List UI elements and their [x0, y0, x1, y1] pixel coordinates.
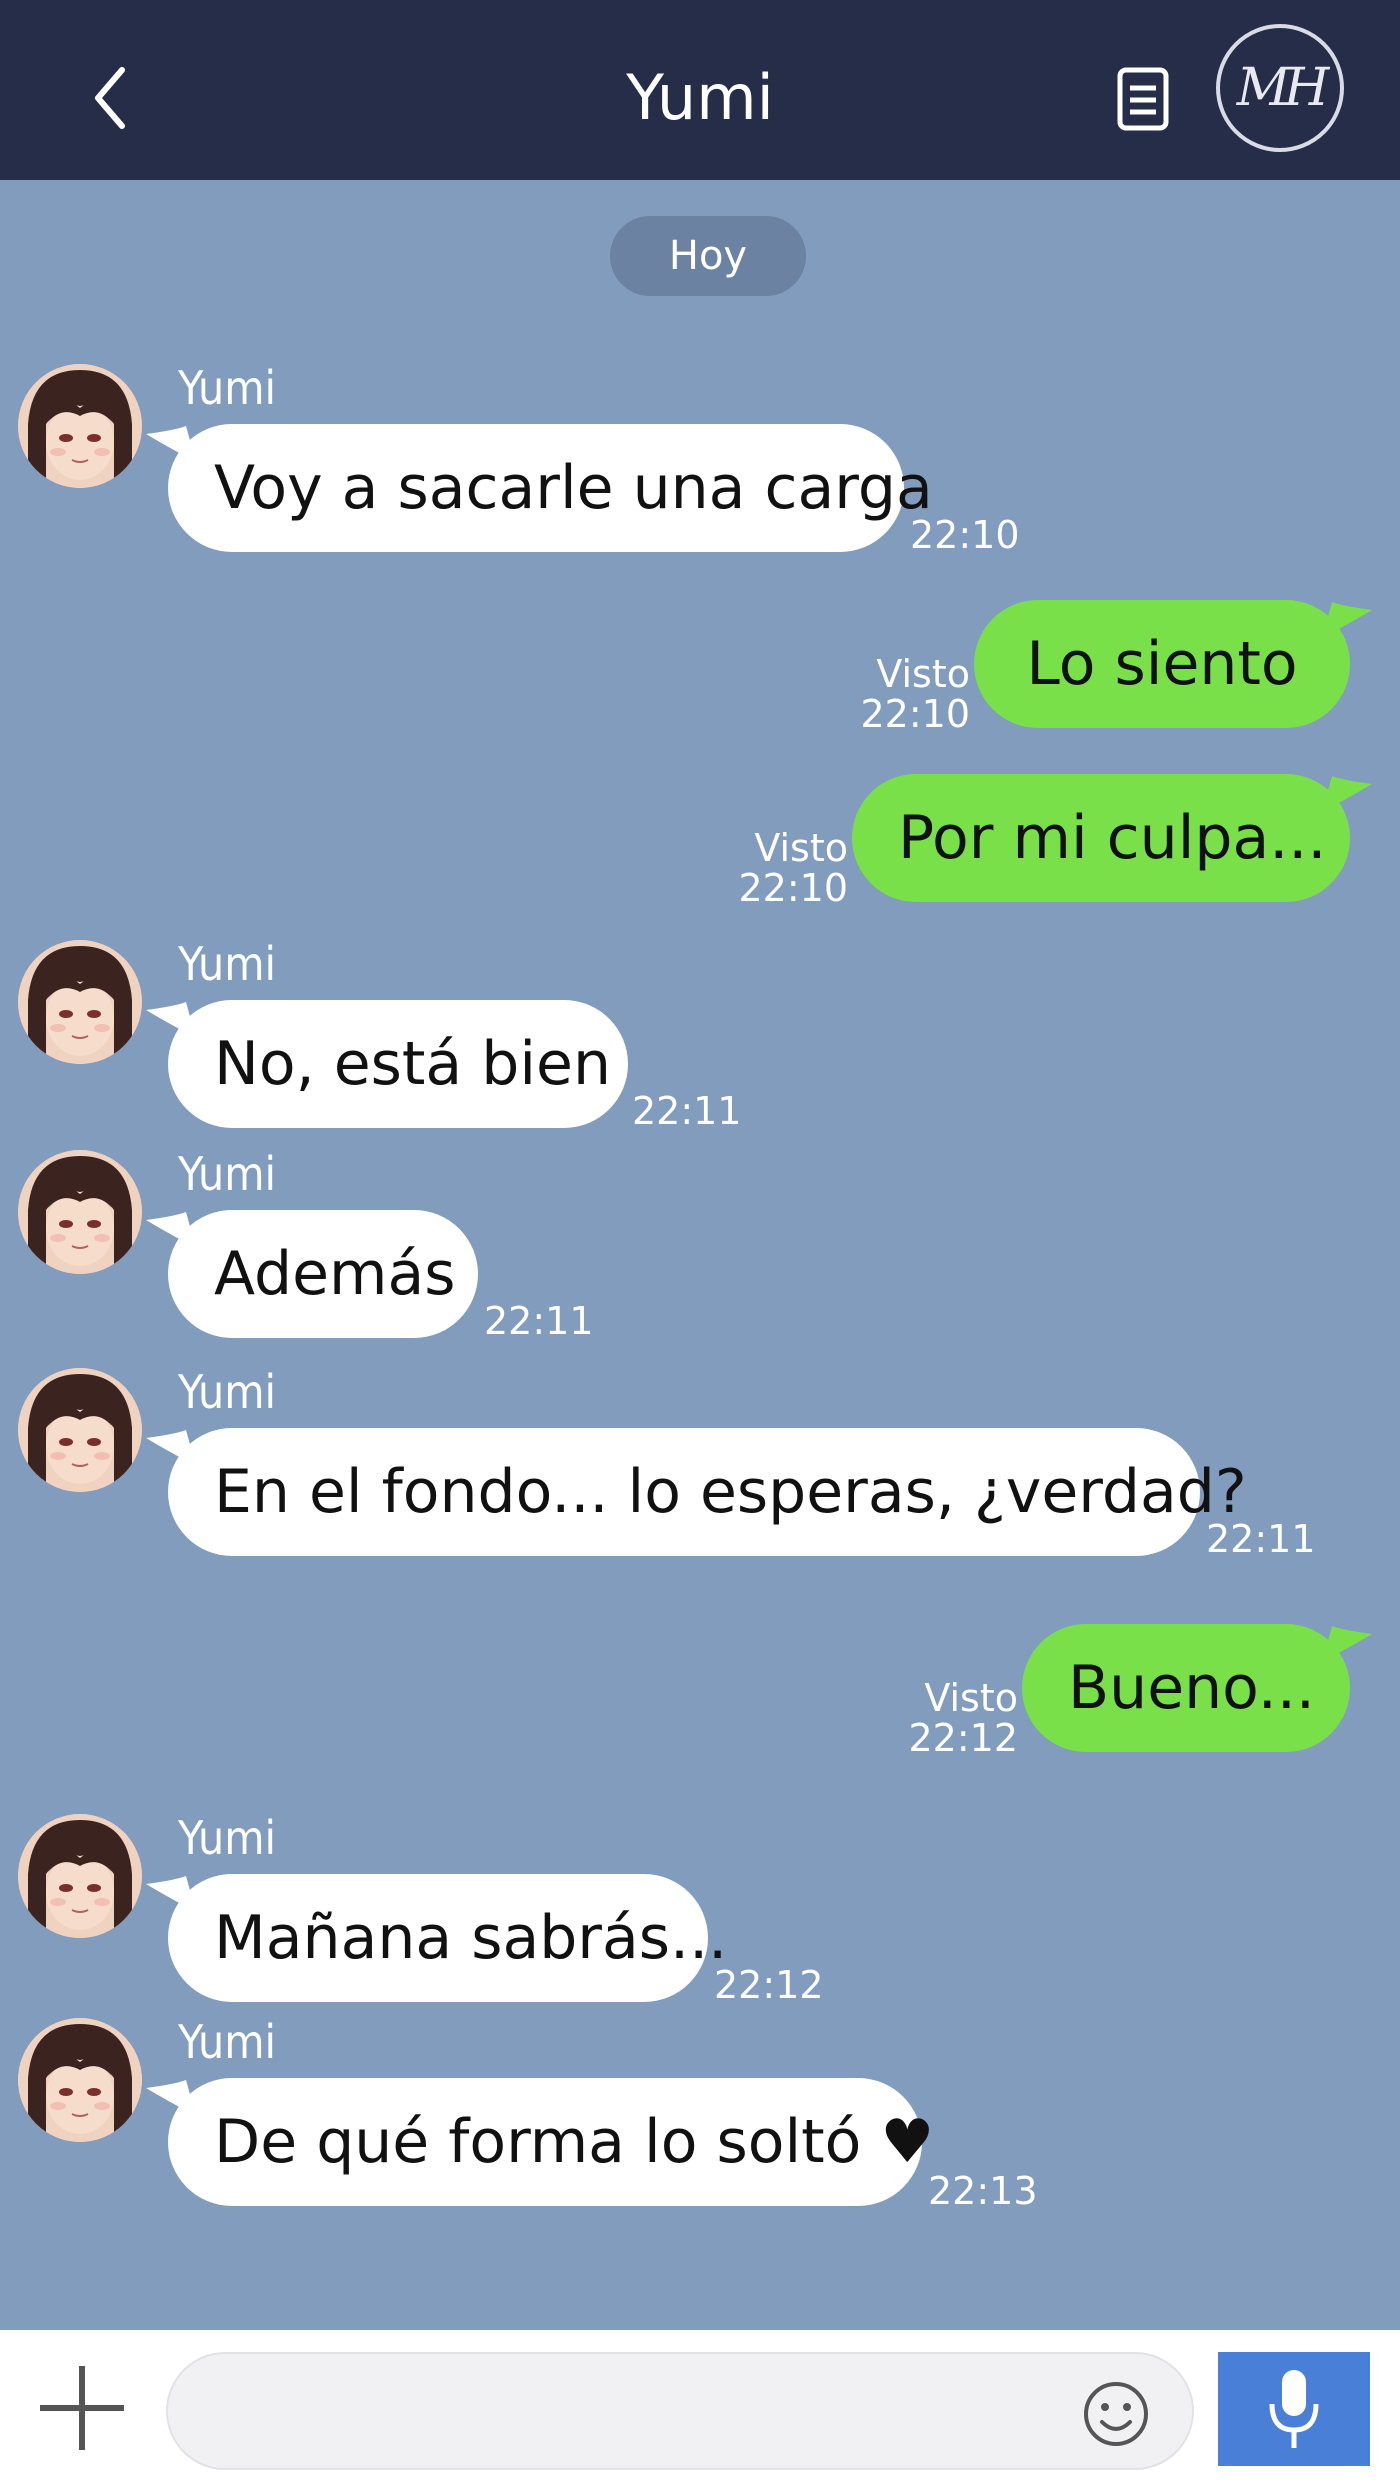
message-text: Además — [214, 1239, 456, 1309]
plus-icon — [40, 2366, 124, 2450]
avatar-image — [18, 1814, 142, 1938]
message-time: 22:12 — [908, 1716, 1018, 1760]
message-time: 22:11 — [632, 1089, 742, 1133]
voice-message-button[interactable] — [1218, 2352, 1370, 2466]
message-time: 22:10 — [910, 513, 1020, 557]
message-bubble-incoming[interactable]: No, está bien — [146, 1000, 628, 1128]
chat-title: Yumi — [626, 61, 774, 134]
message-time: 22:11 — [1206, 1517, 1316, 1561]
bubble-tail — [146, 426, 196, 462]
avatar[interactable] — [18, 1814, 142, 1938]
emoji-icon — [1084, 2382, 1148, 2446]
avatar[interactable] — [18, 364, 142, 488]
read-status: Visto — [924, 1676, 1018, 1720]
date-separator: Hoy — [610, 216, 806, 296]
avatar-image — [18, 364, 142, 488]
avatar[interactable] — [18, 1368, 142, 1492]
message-text: Por mi culpa... — [898, 803, 1327, 873]
sender-name: Yumi — [178, 937, 277, 991]
logo-badge: MH — [1216, 24, 1344, 152]
avatar[interactable] — [18, 2018, 142, 2142]
sender-name: Yumi — [178, 1365, 277, 1419]
bubble-tail — [146, 1212, 196, 1248]
read-status: Visto — [754, 826, 848, 870]
message-bubble-outgoing[interactable]: Lo siento — [974, 600, 1372, 728]
message-time: 22:13 — [928, 2169, 1038, 2213]
message-time: 22:10 — [860, 692, 970, 736]
message-bubble-incoming[interactable]: Mañana sabrás... — [146, 1874, 727, 2002]
sender-name: Yumi — [178, 1811, 277, 1865]
avatar-image — [18, 1150, 142, 1274]
message-bubble-incoming[interactable]: En el fondo... lo esperas, ¿verdad? — [146, 1428, 1247, 1556]
chat-header: Yumi MH — [0, 0, 1400, 180]
bubble-tail — [146, 1002, 196, 1038]
bubble-tail — [1322, 602, 1372, 638]
bubble-tail — [146, 2080, 196, 2116]
message-text: Mañana sabrás... — [214, 1903, 728, 1973]
message-text: Lo siento — [1026, 629, 1298, 699]
message-bubble-outgoing[interactable]: Por mi culpa... — [852, 774, 1372, 902]
bubble-tail — [1322, 776, 1372, 812]
message-time: 22:10 — [738, 866, 848, 910]
emoji-button[interactable] — [1080, 2378, 1152, 2450]
logo-text: MH — [1236, 58, 1330, 118]
message-bubble-outgoing[interactable]: Bueno... — [1022, 1624, 1372, 1752]
sender-name: Yumi — [178, 361, 277, 415]
message-composer — [0, 2330, 1400, 2489]
read-status: Visto — [876, 652, 970, 696]
avatar[interactable] — [18, 1150, 142, 1274]
list-document-icon — [1117, 67, 1169, 131]
bubble-tail — [1322, 1626, 1372, 1662]
message-text: De qué forma lo soltó ♥ — [214, 2107, 935, 2177]
attach-button[interactable] — [34, 2360, 130, 2456]
message-text: Bueno... — [1068, 1653, 1316, 1723]
avatar-image — [18, 940, 142, 1064]
sender-name: Yumi — [178, 1147, 277, 1201]
avatar[interactable] — [18, 940, 142, 1064]
microphone-icon — [1269, 2370, 1319, 2448]
message-time: 22:12 — [714, 1963, 824, 2007]
message-text: No, está bien — [214, 1029, 611, 1099]
avatar-image — [18, 2018, 142, 2142]
message-bubble-incoming[interactable]: De qué forma lo soltó ♥ — [146, 2078, 934, 2206]
bubble-tail — [146, 1430, 196, 1466]
sender-name: Yumi — [178, 2015, 277, 2069]
bubble-tail — [146, 1876, 196, 1912]
message-time: 22:11 — [484, 1299, 594, 1343]
avatar-image — [18, 1368, 142, 1492]
message-bubble-incoming[interactable]: Además — [146, 1210, 478, 1338]
message-input[interactable] — [166, 2352, 1194, 2470]
message-bubble-incoming[interactable]: Voy a sacarle una carga — [146, 424, 933, 552]
message-text: En el fondo... lo esperas, ¿verdad? — [214, 1457, 1247, 1527]
notes-menu-button[interactable] — [1106, 62, 1182, 138]
message-text: Voy a sacarle una carga — [214, 453, 933, 523]
